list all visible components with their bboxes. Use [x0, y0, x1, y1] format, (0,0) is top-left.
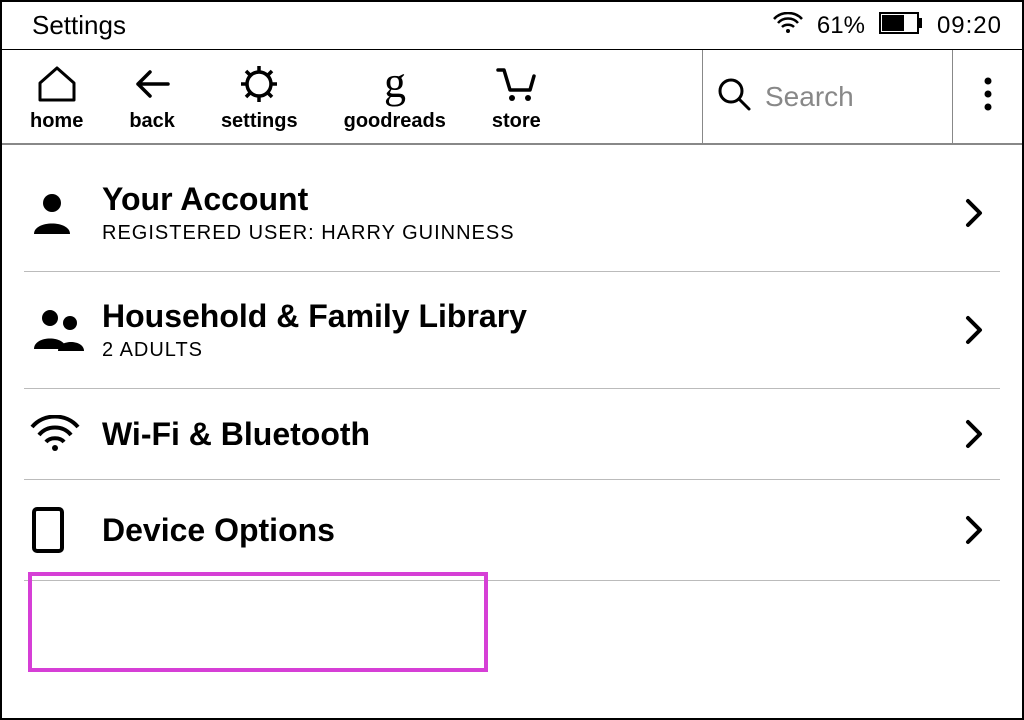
home-button[interactable]: home [30, 60, 83, 133]
search-placeholder: Search [765, 81, 854, 113]
annotation-highlight [28, 572, 488, 672]
row-title: Household & Family Library [102, 298, 954, 335]
clock: 09:20 [937, 12, 1002, 40]
status-right: 61% 09:20 [773, 10, 1002, 41]
kebab-icon [983, 76, 993, 117]
chevron-right-icon [954, 515, 994, 545]
battery-percent: 61% [817, 12, 865, 40]
status-bar: Settings 61% 09:20 [2, 2, 1022, 50]
row-text: Your Account REGISTERED USER: HARRY GUIN… [102, 181, 954, 245]
battery-icon [879, 10, 923, 41]
gear-icon [239, 60, 279, 108]
row-wifi-bluetooth[interactable]: Wi-Fi & Bluetooth [24, 389, 1000, 480]
goodreads-icon: g [377, 60, 413, 108]
wifi-row-icon [30, 415, 102, 453]
chevron-right-icon [954, 198, 994, 228]
store-label: store [492, 110, 541, 133]
settings-label: settings [221, 110, 298, 133]
toolbar: home back [2, 50, 1022, 145]
back-label: back [129, 110, 175, 133]
svg-text:g: g [384, 61, 406, 107]
row-subtitle: 2 ADULTS [102, 339, 954, 362]
settings-list: Your Account REGISTERED USER: HARRY GUIN… [2, 145, 1022, 581]
household-icon [30, 307, 102, 353]
row-household[interactable]: Household & Family Library 2 ADULTS [24, 272, 1000, 389]
row-subtitle: REGISTERED USER: HARRY GUINNESS [102, 222, 954, 245]
store-button[interactable]: store [492, 60, 541, 133]
row-your-account[interactable]: Your Account REGISTERED USER: HARRY GUIN… [24, 155, 1000, 272]
cart-icon [494, 60, 538, 108]
row-title: Device Options [102, 512, 954, 549]
goodreads-label: goodreads [344, 110, 446, 133]
more-menu-button[interactable] [952, 50, 1022, 143]
row-text: Household & Family Library 2 ADULTS [102, 298, 954, 362]
back-button[interactable]: back [129, 60, 175, 133]
home-icon [36, 60, 78, 108]
back-icon [132, 60, 172, 108]
page-title: Settings [32, 10, 773, 41]
device-icon [30, 506, 102, 554]
row-text: Device Options [102, 512, 954, 549]
row-text: Wi-Fi & Bluetooth [102, 416, 954, 453]
chevron-right-icon [954, 419, 994, 449]
wifi-icon [773, 10, 803, 41]
goodreads-button[interactable]: g goodreads [344, 60, 446, 133]
search-icon [715, 75, 753, 118]
row-device-options[interactable]: Device Options [24, 480, 1000, 581]
settings-button[interactable]: settings [221, 60, 298, 133]
user-icon [30, 190, 102, 236]
search-input[interactable]: Search [702, 50, 952, 143]
chevron-right-icon [954, 315, 994, 345]
home-label: home [30, 110, 83, 133]
row-title: Your Account [102, 181, 954, 218]
toolbar-items: home back [2, 50, 702, 143]
row-title: Wi-Fi & Bluetooth [102, 416, 954, 453]
